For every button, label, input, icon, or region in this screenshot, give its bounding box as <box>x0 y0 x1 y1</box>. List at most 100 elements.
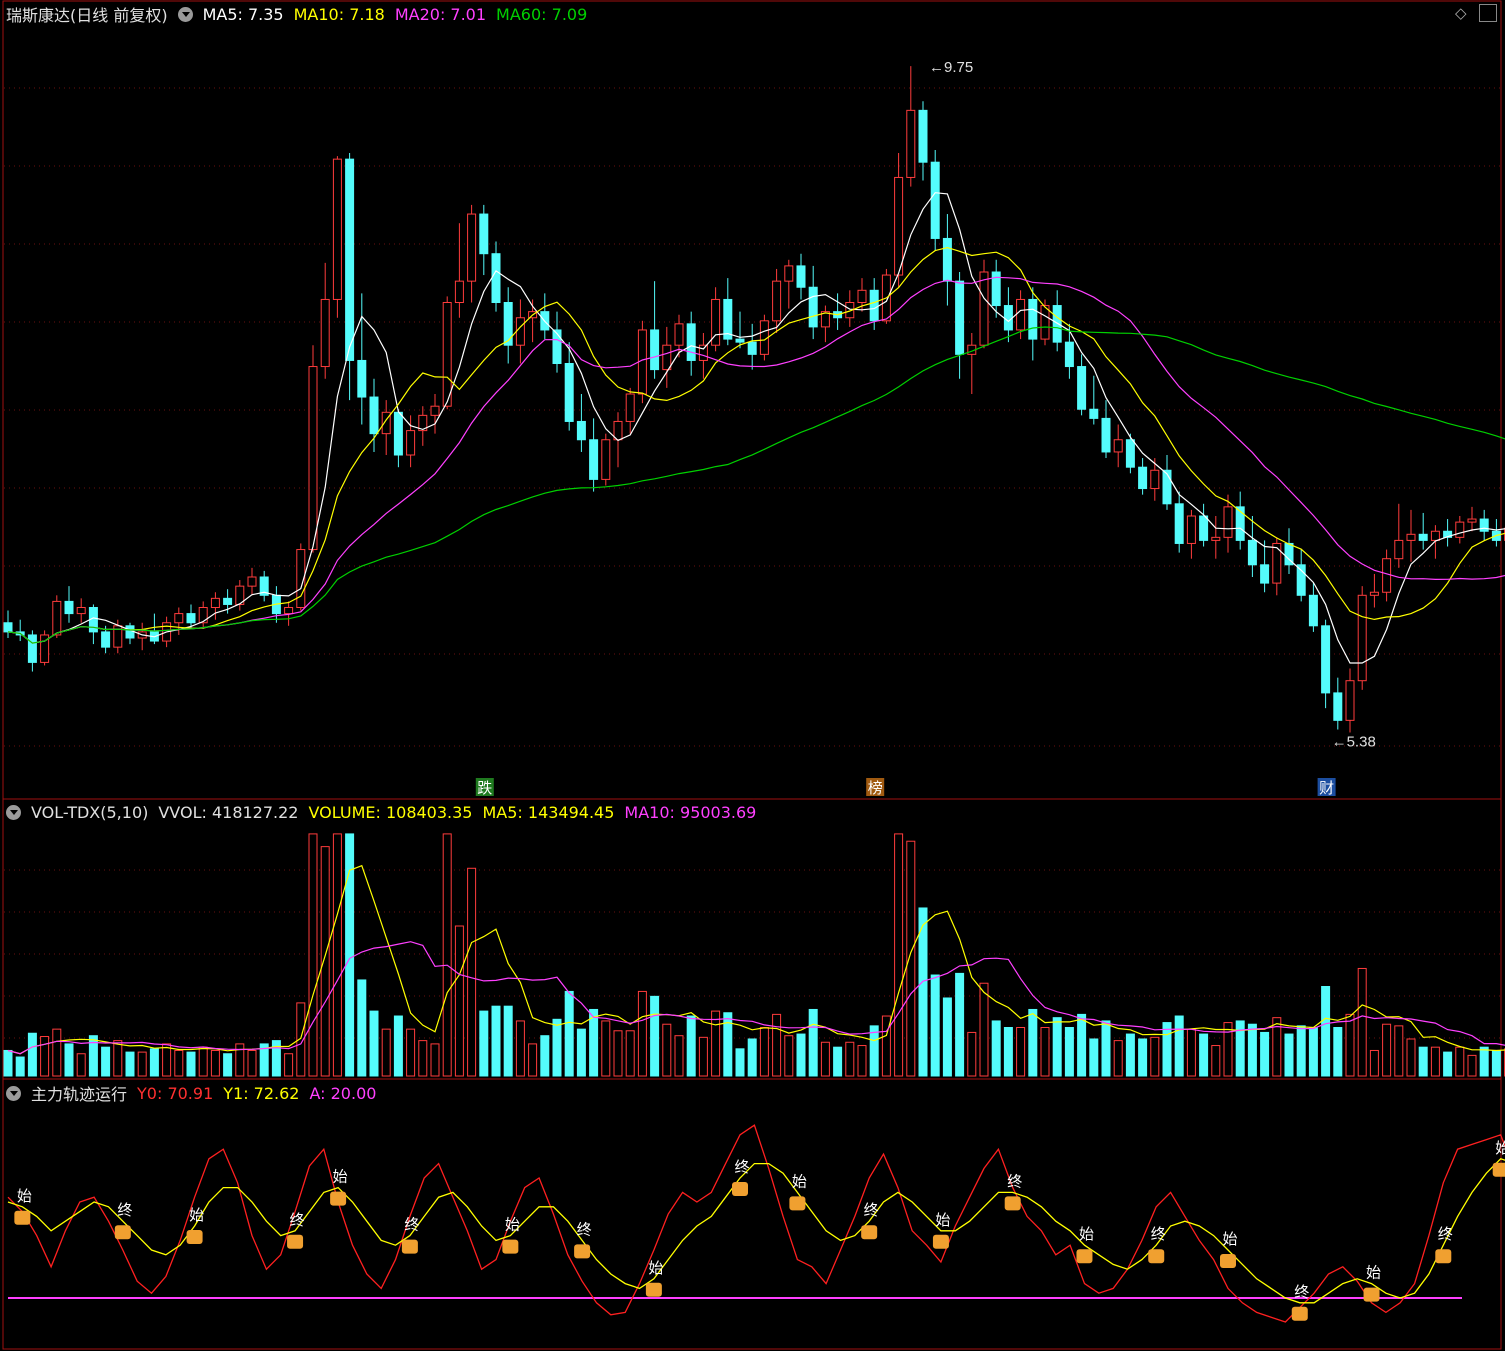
volume-bar <box>40 1036 50 1077</box>
volume-bar <box>467 867 477 1077</box>
volume-bar <box>1077 1013 1087 1077</box>
candle-body <box>930 161 940 239</box>
volume-bar <box>3 1049 13 1077</box>
ma60-line <box>7 326 1505 644</box>
volume-bar <box>869 1025 879 1077</box>
volume-bar <box>137 1051 147 1077</box>
marker-label: 始 <box>1366 1264 1381 1282</box>
marker-label: 终 <box>404 1216 419 1234</box>
marker-icon <box>114 1225 131 1240</box>
volume-bar <box>1491 1049 1501 1077</box>
volume-bar <box>1345 1013 1355 1077</box>
candle-body <box>406 430 416 456</box>
price-legend: 瑞斯康达(日线 前复权) MA5: 7.35 MA10: 7.18 MA20: … <box>6 3 587 26</box>
dropdown-icon[interactable] <box>177 6 193 22</box>
candle-body <box>674 323 684 346</box>
candle-body <box>1430 530 1440 541</box>
volume-bar <box>1406 1038 1416 1077</box>
volume-bar <box>686 1015 696 1077</box>
price-title: 瑞斯康达(日线 前复权) <box>6 6 168 25</box>
diamond-icon[interactable]: ◇ <box>1455 4 1471 22</box>
volume-bar <box>796 1033 806 1077</box>
candle-body <box>1016 298 1026 331</box>
candle-body <box>1296 564 1306 596</box>
candle-body <box>1369 591 1379 596</box>
volume-bar <box>747 1038 757 1077</box>
volume-bar <box>1150 1036 1160 1077</box>
candle-body <box>1077 366 1087 410</box>
volume-bar <box>503 1005 513 1077</box>
badge-label: 财 <box>1319 779 1334 797</box>
candle-body <box>1333 692 1343 721</box>
volume-bar <box>1162 1022 1172 1077</box>
candle-body <box>320 298 330 368</box>
candle-body <box>857 289 867 303</box>
candle-body <box>1357 594 1367 682</box>
ind-title: 主力轨迹运行 <box>31 1085 128 1104</box>
volume-bar <box>1089 1038 1099 1077</box>
volume-bar <box>64 1043 74 1077</box>
volume-bar <box>1064 1027 1074 1077</box>
volume-bar <box>1125 1033 1135 1077</box>
marker-icon <box>1363 1287 1380 1302</box>
candle-body <box>479 213 489 255</box>
candle-body <box>503 302 513 346</box>
candle-body <box>1186 515 1196 544</box>
volume-bar <box>491 1005 501 1077</box>
volume-bar <box>1113 1040 1123 1077</box>
volume-bar <box>1467 1054 1477 1077</box>
candle-body <box>1211 536 1221 541</box>
volume-value: VOLUME: 108403.35 <box>308 802 473 822</box>
candle-body <box>1479 518 1489 532</box>
candle-body <box>576 420 586 441</box>
ma5-line <box>7 192 1505 664</box>
volume-bar <box>930 974 940 1077</box>
volume-bar <box>1016 1027 1026 1077</box>
volume-bar <box>442 833 452 1077</box>
candle-body <box>1382 558 1392 593</box>
vol-title: VOL-TDX(5,10) <box>31 802 149 822</box>
window-icon[interactable] <box>1479 4 1497 22</box>
marker-label: 终 <box>864 1201 879 1219</box>
candle-body <box>1101 417 1111 453</box>
dropdown-icon[interactable] <box>6 1085 21 1101</box>
dropdown-icon[interactable] <box>6 804 21 820</box>
candle-body <box>1455 521 1465 538</box>
indicator-panel[interactable]: 始终始终始终始终始终始终始终始终始终始终始终始终 <box>7 1124 1505 1323</box>
window-controls: ◇ <box>1455 4 1497 22</box>
volume-bar <box>369 1010 379 1077</box>
volume-bar <box>357 979 367 1077</box>
y0-line <box>7 1124 1505 1323</box>
volume-bar <box>1333 1027 1343 1077</box>
volume-legend: VOL-TDX(5,10) VVOL: 418127.22 VOLUME: 10… <box>6 801 756 823</box>
volume-bar <box>1369 1049 1379 1077</box>
volume-bar <box>15 1056 25 1077</box>
indicator-legend: 主力轨迹运行 Y0: 70.91 Y1: 72.62 A: 20.00 <box>6 1082 376 1104</box>
candle-body <box>467 213 477 282</box>
volume-bar <box>991 1020 1001 1077</box>
candle-body <box>357 359 367 398</box>
volume-bar <box>235 1043 245 1077</box>
candle-body <box>1260 564 1270 584</box>
volume-bar <box>52 1028 62 1077</box>
candle-body <box>332 158 342 300</box>
volume-bar <box>27 1032 37 1077</box>
marker-label: 始 <box>648 1259 663 1277</box>
price-panel[interactable]: ←9.75 ←5.38 跌 榜 财 <box>3 59 1505 797</box>
volume-bar <box>1052 1017 1062 1077</box>
ma10-value: MA10: 7.18 <box>293 4 385 24</box>
y1-value: Y1: 72.62 <box>223 1083 300 1103</box>
volume-bar <box>320 846 330 1077</box>
candle-body <box>1003 305 1013 331</box>
candle-body <box>308 366 318 551</box>
marker-label: 始 <box>189 1206 204 1224</box>
low-label: ←5.38 <box>1332 734 1376 751</box>
candle-body <box>906 109 916 178</box>
volume-bar <box>845 1041 855 1077</box>
volume-bar <box>1443 1051 1453 1077</box>
stock-chart-canvas[interactable]: ←9.75←5.38跌榜财 始终始终始终始终始终始终始终始终始终始终始终始终 <box>0 0 1505 1351</box>
candle-body <box>515 317 525 346</box>
candle-body <box>1125 439 1135 468</box>
candle-body <box>1064 341 1074 368</box>
ma10-line <box>7 246 1505 644</box>
